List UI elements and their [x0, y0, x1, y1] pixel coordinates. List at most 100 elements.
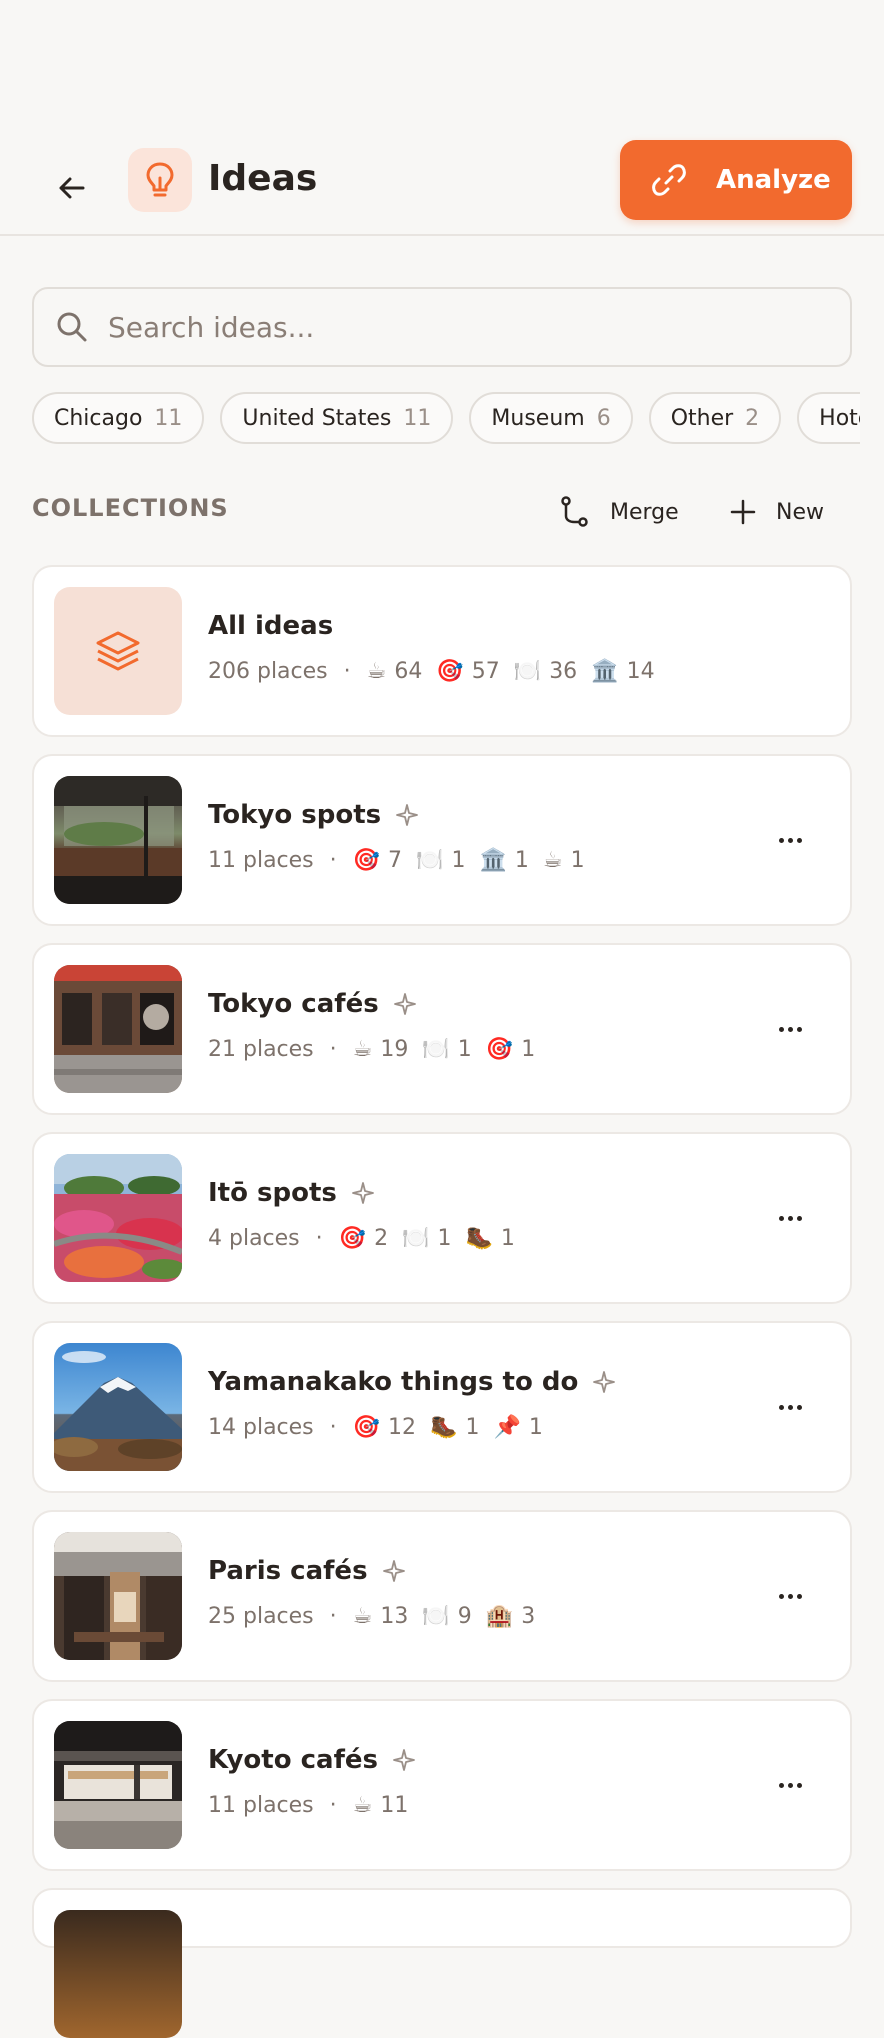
collection-card[interactable]: Paris cafés 25 places · ☕ 13 🍽️ 9 🏨 3 [32, 1510, 852, 1682]
places-count: 4 places [208, 1226, 300, 1251]
stat-count: 36 [549, 659, 578, 684]
stat-count: 3 [521, 1604, 536, 1629]
stat: ☕ 1 [543, 848, 585, 873]
stat-count: 1 [570, 848, 585, 873]
sparkle-icon [592, 1370, 616, 1394]
filter-chips: Chicago 11 United States 11 Museum 6 Oth… [32, 392, 860, 444]
stat: ☕ 11 [353, 1793, 409, 1818]
chip-united-states[interactable]: United States 11 [220, 392, 454, 444]
chip-count: 2 [745, 405, 760, 431]
stat-count: 1 [457, 1037, 472, 1062]
collection-card[interactable]: Tokyo cafés 21 places · ☕ 19 🍽️ 1 🎯 1 [32, 943, 852, 1115]
stat-count: 11 [380, 1793, 409, 1818]
card-meta: 21 places · ☕ 19 🍽️ 1 🎯 1 [208, 1037, 549, 1062]
collection-thumbnail [54, 776, 182, 904]
card-meta: 25 places · ☕ 13 🍽️ 9 🏨 3 [208, 1604, 549, 1629]
more-options-icon[interactable] [766, 1572, 814, 1620]
stat-count: 57 [471, 659, 500, 684]
collection-card-partial[interactable] [32, 1888, 852, 2038]
stat-count: 1 [437, 1226, 452, 1251]
plate-icon: 🍽️ [402, 1226, 430, 1251]
card-title-text: Kyoto cafés [208, 1745, 379, 1775]
plate-icon: 🍽️ [416, 848, 444, 873]
places-count: 21 places [208, 1037, 314, 1062]
stat: 🥾 1 [465, 1226, 514, 1251]
stat: 🏛️ 1 [479, 848, 528, 873]
header-bar: Ideas Analyze [0, 124, 884, 236]
card-title-text: Itō spots [208, 1178, 337, 1208]
arrow-left-icon [59, 177, 85, 199]
places-count: 11 places [208, 848, 314, 873]
card-title: Tokyo cafés [208, 989, 417, 1019]
coffee-icon: ☕ [352, 1793, 373, 1818]
chip-count: 11 [154, 405, 183, 431]
places-count: 206 places [208, 659, 328, 684]
museum-icon: 🏛️ [591, 659, 619, 684]
places-count: 25 places [208, 1604, 314, 1629]
stat-count: 1 [465, 1415, 480, 1440]
stat-dining: 🍽️ 36 [514, 659, 577, 684]
hiking-boot-icon: 🥾 [430, 1415, 458, 1440]
separator-dot: · [329, 1037, 337, 1062]
analyze-button[interactable]: Analyze [620, 140, 852, 220]
coffee-icon: ☕ [542, 848, 563, 873]
separator-dot: · [329, 848, 337, 873]
chip-label: Other [670, 405, 734, 431]
card-title: Itō spots [208, 1178, 375, 1208]
collection-card[interactable]: Yamanakako things to do 14 places · 🎯 12 … [32, 1321, 852, 1493]
plate-icon: 🍽️ [422, 1037, 450, 1062]
plus-icon [730, 499, 756, 525]
places-count: 14 places [208, 1415, 314, 1440]
chip-count: 11 [403, 405, 432, 431]
chip-label: United States [242, 405, 392, 431]
separator-dot: · [343, 659, 351, 684]
merge-button[interactable]: Merge [560, 490, 679, 534]
more-options-icon[interactable] [766, 1005, 814, 1053]
target-icon: 🎯 [352, 1415, 381, 1440]
stat-count: 14 [626, 659, 655, 684]
chip-other[interactable]: Other 2 [648, 392, 782, 444]
stat-target: 🎯 57 [436, 659, 499, 684]
collection-card[interactable]: Tokyo spots 11 places · 🎯 7 🍽️ 1 🏛️ 1 ☕ 1 [32, 754, 852, 926]
card-meta: 11 places · 🎯 7 🍽️ 1 🏛️ 1 ☕ 1 [208, 848, 599, 873]
coffee-icon: ☕ [366, 659, 387, 684]
stat-count: 2 [374, 1226, 389, 1251]
chip-hotel[interactable]: Hote [797, 392, 860, 444]
card-title: Yamanakako things to do [208, 1367, 616, 1397]
target-icon: 🎯 [436, 659, 464, 684]
collection-card-all-ideas[interactable]: All ideas 206 places · ☕ 64 🎯 57 🍽️ 36 🏛️ 14 [32, 565, 852, 737]
coffee-icon: ☕ [352, 1604, 373, 1629]
hotel-icon: 🏨 [485, 1604, 514, 1629]
more-options-icon[interactable] [766, 1194, 814, 1242]
card-title-text: All ideas [208, 611, 334, 641]
collection-thumbnail [54, 1721, 182, 1849]
stat: 📌 1 [493, 1415, 542, 1440]
chip-chicago[interactable]: Chicago 11 [32, 392, 205, 444]
sparkle-icon [395, 803, 419, 827]
hiking-boot-icon: 🥾 [465, 1226, 493, 1251]
analyze-button-label: Analyze [716, 165, 831, 195]
stat-count: 64 [394, 659, 423, 684]
more-options-icon[interactable] [766, 1761, 814, 1809]
target-icon: 🎯 [352, 848, 381, 873]
collection-thumbnail [54, 1343, 182, 1471]
search-input[interactable] [106, 309, 810, 345]
places-count: 11 places [208, 1793, 314, 1818]
card-title-text: Tokyo cafés [208, 989, 379, 1019]
layers-icon [54, 587, 182, 715]
collection-card[interactable]: Kyoto cafés 11 places · ☕ 11 [32, 1699, 852, 1871]
more-options-icon[interactable] [766, 1383, 814, 1431]
chip-museum[interactable]: Museum 6 [469, 392, 633, 444]
sparkle-icon [351, 1181, 375, 1205]
coffee-icon: ☕ [352, 1037, 373, 1062]
chip-label: Museum [491, 405, 585, 431]
more-options-icon[interactable] [766, 816, 814, 864]
search-box[interactable] [32, 287, 852, 367]
card-meta: 11 places · ☕ 11 [208, 1793, 422, 1818]
stat-count: 1 [451, 848, 466, 873]
back-button[interactable] [44, 160, 100, 216]
card-title-text: Tokyo spots [208, 800, 382, 830]
new-collection-button[interactable]: New [730, 490, 824, 534]
collection-card[interactable]: Itō spots 4 places · 🎯 2 🍽️ 1 🥾 1 [32, 1132, 852, 1304]
merge-icon [561, 496, 588, 527]
